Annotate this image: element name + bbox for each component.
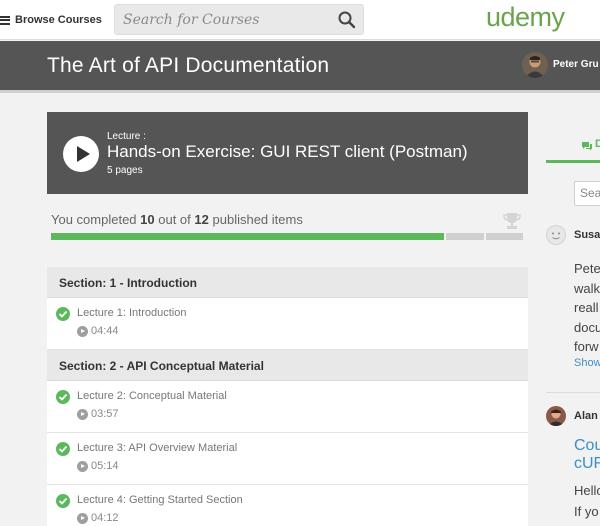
commenter-avatar[interactable] [546, 406, 566, 426]
video-play-icon [77, 408, 88, 420]
progress-remaining-segment [446, 233, 484, 240]
course-search-box [114, 4, 364, 35]
lecture-item[interactable]: Lecture 3: API Overview Material 05:14 [47, 433, 528, 485]
browse-courses-button[interactable]: Browse Courses [0, 11, 102, 29]
lecture-kicker: Lecture : [107, 131, 146, 142]
progress-bar [51, 233, 525, 240]
lecture-title: Lecture 1: Introduction [77, 307, 187, 319]
completed-count: 10 [140, 212, 155, 227]
chat-bubbles-icon [582, 142, 592, 151]
video-play-icon [77, 460, 88, 472]
lecture-title: Lecture 2: Conceptual Material [77, 390, 227, 402]
discussion-sidebar: D Susa Pete walk reall docu forw Show Al… [546, 112, 600, 526]
total-count: 12 [194, 212, 209, 227]
progress-fill [51, 233, 444, 240]
completed-check-icon [56, 442, 70, 456]
commenter-name[interactable]: Susa [574, 229, 600, 241]
comment-body: Pete walk reall docu forw [574, 261, 600, 354]
lecture-item[interactable]: Lecture 2: Conceptual Material 03:57 [47, 381, 528, 433]
comment-body: Hello If yo [574, 483, 600, 519]
current-lecture-title: Hands-on Exercise: GUI REST client (Post… [107, 142, 468, 161]
curriculum-list: Section: 1 - Introduction Lecture 1: Int… [47, 267, 528, 526]
lecture-title: Lecture 4: Getting Started Section [77, 494, 243, 506]
completed-check-icon [56, 494, 70, 508]
course-header: The Art of API Documentation Peter Gru [0, 41, 600, 93]
progress-remaining-segment [485, 233, 523, 240]
lecture-title: Lecture 3: API Overview Material [77, 442, 238, 454]
top-navbar: Browse Courses udemy [0, 0, 600, 40]
video-play-icon [77, 325, 88, 337]
current-lecture-card: Lecture : Hands-on Exercise: GUI REST cl… [47, 112, 528, 194]
progress-summary: You completed 10 out of 12 published ite… [51, 212, 303, 227]
comment-divider [546, 392, 600, 393]
udemy-logo[interactable]: udemy [486, 2, 565, 33]
lecture-duration: 05:14 [91, 460, 119, 472]
trophy-icon [503, 213, 521, 229]
search-input[interactable] [123, 11, 333, 29]
discussion-search-box [574, 181, 600, 206]
video-play-icon [77, 512, 88, 524]
lecture-duration: 04:12 [91, 512, 119, 524]
question-title-link[interactable]: Cou cUF [574, 437, 600, 473]
course-title: The Art of API Documentation [47, 54, 330, 77]
tab-discussions[interactable]: D [546, 112, 600, 163]
commenter-avatar[interactable] [546, 225, 566, 245]
play-lecture-button[interactable] [63, 136, 99, 172]
section-header[interactable]: Section: 2 - API Conceptual Material [47, 350, 528, 381]
hamburger-menu-icon [0, 15, 10, 25]
completed-check-icon [56, 390, 70, 404]
lecture-item[interactable]: Lecture 1: Introduction 04:44 [47, 298, 528, 350]
lecture-duration: 03:57 [91, 408, 119, 420]
completed-check-icon [56, 307, 70, 321]
browse-courses-label: Browse Courses [15, 14, 102, 26]
commenter-name[interactable]: Alan [574, 410, 598, 422]
lecture-duration: 04:44 [91, 325, 119, 337]
user-name[interactable]: Peter Gru [553, 59, 599, 70]
discussion-search-input[interactable] [580, 186, 600, 200]
user-avatar[interactable] [522, 52, 548, 78]
search-icon[interactable] [337, 10, 357, 30]
tab-label: D [595, 138, 600, 150]
play-icon [77, 146, 90, 162]
section-header[interactable]: Section: 1 - Introduction [47, 267, 528, 298]
show-more-link[interactable]: Show [574, 357, 600, 369]
lecture-page-count: 5 pages [107, 165, 143, 176]
default-avatar-icon [546, 225, 566, 245]
lecture-item[interactable]: Lecture 4: Getting Started Section 04:12 [47, 485, 528, 526]
